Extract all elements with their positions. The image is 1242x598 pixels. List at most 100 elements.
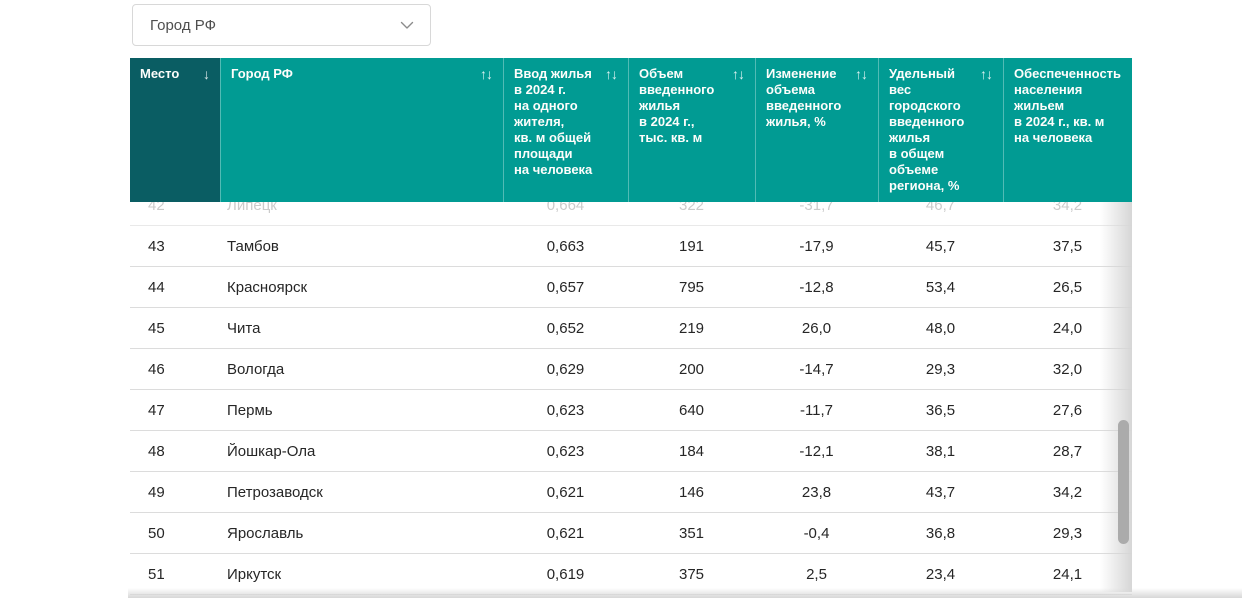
cell-change: -11,7	[799, 401, 834, 419]
cell-rank: 45	[148, 319, 165, 337]
cell-provision: 27,6	[1052, 401, 1083, 419]
cell-city: Пермь	[227, 401, 273, 419]
cell-volume: 795	[678, 278, 705, 296]
sort-toggle-icon: ↑↓	[980, 66, 993, 82]
cell-per_capita: 0,619	[546, 565, 585, 583]
cell-share: 46,7	[925, 202, 956, 214]
cell-share: 36,5	[925, 401, 956, 419]
sort-desc-icon: ↓	[203, 66, 210, 82]
table-header-row: Место ↓ Город РФ ↑↓ Ввод жилья в 2024 г. на …	[130, 58, 1132, 202]
cell-per_capita: 0,629	[546, 360, 585, 378]
cell-provision: 26,5	[1052, 278, 1083, 296]
cell-per_capita: 0,621	[546, 483, 585, 501]
cell-city: Красноярск	[227, 278, 308, 296]
cities-housing-table: Место ↓ Город РФ ↑↓ Ввод жилья в 2024 г. на …	[130, 58, 1132, 595]
cell-rank: 47	[148, 401, 165, 419]
table-row: 47 Пермь 0,623 640 -11,7 36,5 27,6	[130, 390, 1132, 431]
cell-change: 26,0	[801, 319, 832, 337]
cell-per_capita: 0,623	[546, 442, 585, 460]
column-header-rank[interactable]: Место ↓	[130, 58, 220, 202]
cell-rank: 42	[148, 202, 165, 214]
cell-rank: 51	[148, 565, 165, 583]
table-row: 44 Красноярск 0,657 795 -12,8 53,4 26,5	[130, 267, 1132, 308]
sort-toggle-icon: ↑↓	[605, 66, 618, 82]
column-header-label: Обеспеченность населения жильем в 2024 г…	[1014, 66, 1122, 145]
cell-rank: 49	[148, 483, 165, 501]
table-row: 50 Ярославль 0,621 351 -0,4 36,8 29,3	[130, 513, 1132, 554]
city-filter-dropdown[interactable]: Город РФ	[132, 4, 431, 46]
vertical-scrollbar-thumb[interactable]	[1118, 420, 1129, 544]
cell-city: Липецк	[227, 202, 277, 214]
cell-city: Иркутск	[227, 565, 282, 583]
table-row: 49 Петрозаводск 0,621 146 23,8 43,7 34,2	[130, 472, 1132, 513]
cell-change: -0,4	[803, 524, 830, 542]
cell-change: -31,7	[799, 202, 834, 214]
cell-provision: 24,1	[1052, 565, 1083, 583]
cell-share: 43,7	[925, 483, 956, 501]
cell-city: Ярославль	[227, 524, 304, 542]
cell-volume: 322	[678, 202, 705, 214]
cell-rank: 44	[148, 278, 165, 296]
cell-per_capita: 0,664	[546, 202, 585, 214]
chevron-down-icon	[400, 21, 414, 29]
cell-change: 2,5	[806, 565, 827, 583]
sort-toggle-icon: ↑↓	[732, 66, 745, 82]
column-header-change[interactable]: Изменение объема введенного жилья, % ↑↓	[755, 58, 878, 202]
cell-change: -12,8	[799, 278, 834, 296]
table-row: 45 Чита 0,652 219 26,0 48,0 24,0	[130, 308, 1132, 349]
cell-city: Йошкар-Ола	[227, 442, 316, 460]
column-header-provision[interactable]: Обеспеченность населения жильем в 2024 г…	[1003, 58, 1132, 202]
cell-provision: 24,0	[1052, 319, 1083, 337]
cell-change: -14,7	[799, 360, 834, 378]
table-row: 42 Липецк 0,664 322 -31,7 46,7 34,2	[130, 202, 1132, 226]
cell-share: 23,4	[925, 565, 956, 583]
cell-provision: 37,5	[1052, 237, 1083, 255]
cell-provision: 34,2	[1052, 483, 1083, 501]
cell-city: Петрозаводск	[227, 483, 323, 501]
page: Город РФ Место ↓ Город РФ ↑↓ Ввод жилья в 20…	[0, 0, 1242, 598]
cell-share: 53,4	[925, 278, 956, 296]
table-row: 43 Тамбов 0,663 191 -17,9 45,7 37,5	[130, 226, 1132, 267]
sort-toggle-icon: ↑↓	[480, 66, 493, 82]
cell-city: Вологда	[227, 360, 285, 378]
column-header-volume[interactable]: Объем введенного жилья в 2024 г., тыс. к…	[628, 58, 755, 202]
city-filter-value: Город РФ	[150, 16, 216, 34]
cell-volume: 219	[678, 319, 705, 337]
cell-rank: 50	[148, 524, 165, 542]
cell-change: -12,1	[799, 442, 834, 460]
cell-change: 23,8	[801, 483, 832, 501]
sort-toggle-icon: ↑↓	[855, 66, 868, 82]
cell-volume: 375	[678, 565, 705, 583]
cell-rank: 46	[148, 360, 165, 378]
cell-provision: 32,0	[1052, 360, 1083, 378]
partially-hidden-row: 42 Липецк 0,664 322 -31,7 46,7 34,2	[130, 202, 1132, 226]
cell-volume: 200	[678, 360, 705, 378]
cell-per_capita: 0,652	[546, 319, 585, 337]
cell-per_capita: 0,657	[546, 278, 585, 296]
cell-per_capita: 0,623	[546, 401, 585, 419]
cell-rank: 43	[148, 237, 165, 255]
cell-change: -17,9	[799, 237, 834, 255]
cell-share: 45,7	[925, 237, 956, 255]
cell-city: Тамбов	[227, 237, 279, 255]
cell-provision: 34,2	[1052, 202, 1083, 214]
column-header-label: Город РФ	[231, 66, 293, 81]
table-body: 43 Тамбов 0,663 191 -17,9 45,7 37,5 44 Красноярс…	[130, 226, 1132, 595]
column-header-share[interactable]: Удельный вес городского введенного жилья…	[878, 58, 1003, 202]
cell-provision: 29,3	[1052, 524, 1083, 542]
cell-per_capita: 0,663	[546, 237, 585, 255]
column-header-per_capita[interactable]: Ввод жилья в 2024 г. на одного жителя, к…	[503, 58, 628, 202]
column-header-label: Ввод жилья в 2024 г. на одного жителя, к…	[514, 66, 593, 177]
cell-share: 36,8	[925, 524, 956, 542]
column-header-city[interactable]: Город РФ ↑↓	[220, 58, 503, 202]
cell-rank: 48	[148, 442, 165, 460]
cell-provision: 28,7	[1052, 442, 1083, 460]
cell-volume: 146	[678, 483, 705, 501]
cell-volume: 184	[678, 442, 705, 460]
cell-city: Чита	[227, 319, 261, 337]
cell-per_capita: 0,621	[546, 524, 585, 542]
cell-share: 48,0	[925, 319, 956, 337]
table-row: 46 Вологда 0,629 200 -14,7 29,3 32,0	[130, 349, 1132, 390]
table-row: 48 Йошкар-Ола 0,623 184 -12,1 38,1 28,7	[130, 431, 1132, 472]
cell-share: 29,3	[925, 360, 956, 378]
